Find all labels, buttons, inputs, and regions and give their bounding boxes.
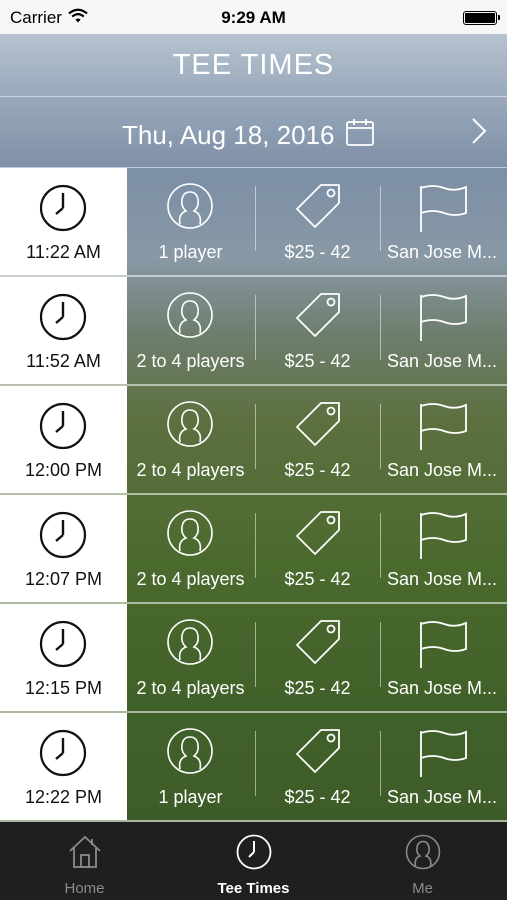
course-label: San Jose M... [386, 678, 498, 698]
person-icon [167, 619, 213, 665]
tee-time-cell[interactable]: 11:52 AM [0, 277, 127, 384]
course-cell: San Jose M... [381, 168, 503, 275]
battery-icon [463, 11, 500, 25]
course-label: San Jose M... [386, 460, 498, 480]
clock-icon [39, 511, 87, 559]
price-label: $25 - 42 [284, 242, 351, 262]
home-icon [68, 835, 101, 868]
clock-icon [39, 620, 87, 668]
tee-time-cell[interactable]: 12:00 PM [0, 386, 127, 493]
price-tag-icon [296, 620, 340, 664]
course-label: San Jose M... [386, 351, 498, 371]
person-icon [405, 834, 440, 870]
players-label: 2 to 4 players [136, 460, 245, 480]
flag-icon [420, 730, 467, 777]
players-cell: 2 to 4 players [127, 495, 254, 602]
tab-tee-times-label: Tee Times [217, 880, 290, 897]
price-cell: $25 - 42 [256, 713, 379, 820]
price-tag-icon [296, 729, 340, 773]
tee-time-label: 12:07 PM [24, 569, 103, 589]
players-cell: 2 to 4 players [127, 604, 254, 711]
tab-home-label: Home [64, 880, 105, 897]
flag-icon [420, 403, 467, 450]
calendar-icon[interactable] [345, 117, 375, 154]
clock-icon [39, 729, 87, 777]
tee-time-cell[interactable]: 12:07 PM [0, 495, 127, 602]
price-tag-icon [296, 511, 340, 555]
clock-icon [39, 293, 87, 341]
tee-times-list[interactable]: 11:22 AM 1 player $25 - 42 San Jose M... [0, 168, 507, 822]
price-cell: $25 - 42 [256, 604, 379, 711]
tee-time-label: 11:52 AM [26, 351, 101, 371]
tee-time-row[interactable]: 12:22 PM 1 player $25 - 42 San Jose M... [0, 713, 507, 822]
players-label: 2 to 4 players [136, 569, 245, 589]
price-label: $25 - 42 [284, 351, 351, 371]
price-label: $25 - 42 [284, 569, 351, 589]
tee-time-cell[interactable]: 11:22 AM [0, 168, 127, 275]
tab-home[interactable]: Home [0, 822, 169, 900]
tee-time-row[interactable]: 12:07 PM 2 to 4 players $25 - 42 San Jos… [0, 495, 507, 604]
price-label: $25 - 42 [284, 678, 351, 698]
players-cell: 2 to 4 players [127, 277, 254, 384]
price-cell: $25 - 42 [256, 168, 379, 275]
price-tag-icon [296, 184, 340, 228]
clock-icon [236, 834, 271, 870]
tee-time-cell[interactable]: 12:22 PM [0, 713, 127, 820]
selected-date: Thu, Aug 18, 2016 [122, 120, 335, 150]
flag-icon [420, 185, 467, 232]
flag-icon [420, 621, 467, 668]
players-label: 1 player [158, 787, 223, 807]
tab-me-label: Me [412, 880, 433, 897]
tee-time-label: 11:22 AM [26, 242, 101, 262]
clock-icon [39, 184, 87, 232]
tab-bar: Home Tee Times Me [0, 822, 507, 900]
course-label: San Jose M... [386, 787, 498, 807]
players-label: 1 player [158, 242, 223, 262]
price-cell: $25 - 42 [256, 386, 379, 493]
course-cell: San Jose M... [381, 277, 503, 384]
price-tag-icon [296, 293, 340, 337]
person-icon [167, 510, 213, 556]
players-cell: 1 player [127, 713, 254, 820]
price-label: $25 - 42 [284, 787, 351, 807]
price-cell: $25 - 42 [256, 495, 379, 602]
price-tag-icon [296, 402, 340, 446]
person-icon [167, 728, 213, 774]
person-icon [167, 401, 213, 447]
price-label: $25 - 42 [284, 460, 351, 480]
players-cell: 2 to 4 players [127, 386, 254, 493]
tee-time-row[interactable]: 12:15 PM 2 to 4 players $25 - 42 San Jos… [0, 604, 507, 713]
tee-time-cell[interactable]: 12:15 PM [0, 604, 127, 711]
status-bar: Carrier 9:29 AM [0, 0, 507, 34]
page-title: TEE TIMES [172, 48, 335, 81]
tee-time-row[interactable]: 11:52 AM 2 to 4 players $25 - 42 San Jos… [0, 277, 507, 386]
person-icon [167, 183, 213, 229]
players-label: 2 to 4 players [136, 351, 245, 371]
tee-time-row[interactable]: 12:00 PM 2 to 4 players $25 - 42 San Jos… [0, 386, 507, 495]
tee-time-label: 12:22 PM [24, 787, 103, 807]
flag-icon [420, 294, 467, 341]
tee-time-label: 12:15 PM [24, 678, 103, 698]
person-icon [167, 292, 213, 338]
players-label: 2 to 4 players [136, 678, 245, 698]
course-cell: San Jose M... [381, 604, 503, 711]
course-label: San Jose M... [386, 569, 498, 589]
price-cell: $25 - 42 [256, 277, 379, 384]
tee-time-row[interactable]: 11:22 AM 1 player $25 - 42 San Jose M... [0, 168, 507, 277]
players-cell: 1 player [127, 168, 254, 275]
next-date-chevron-icon[interactable] [471, 117, 487, 152]
tee-time-label: 12:00 PM [24, 460, 103, 480]
course-label: San Jose M... [386, 242, 498, 262]
course-cell: San Jose M... [381, 713, 503, 820]
date-selector[interactable]: Thu, Aug 18, 2016 [0, 97, 507, 168]
flag-icon [420, 512, 467, 559]
course-cell: San Jose M... [381, 495, 503, 602]
tab-me[interactable]: Me [338, 822, 507, 900]
tab-tee-times[interactable]: Tee Times [169, 822, 338, 900]
status-time: 9:29 AM [221, 8, 286, 27]
nav-title-bar: TEE TIMES [0, 34, 507, 97]
date-picker-trigger[interactable]: Thu, Aug 18, 2016 [122, 117, 375, 154]
course-cell: San Jose M... [381, 386, 503, 493]
clock-icon [39, 402, 87, 450]
